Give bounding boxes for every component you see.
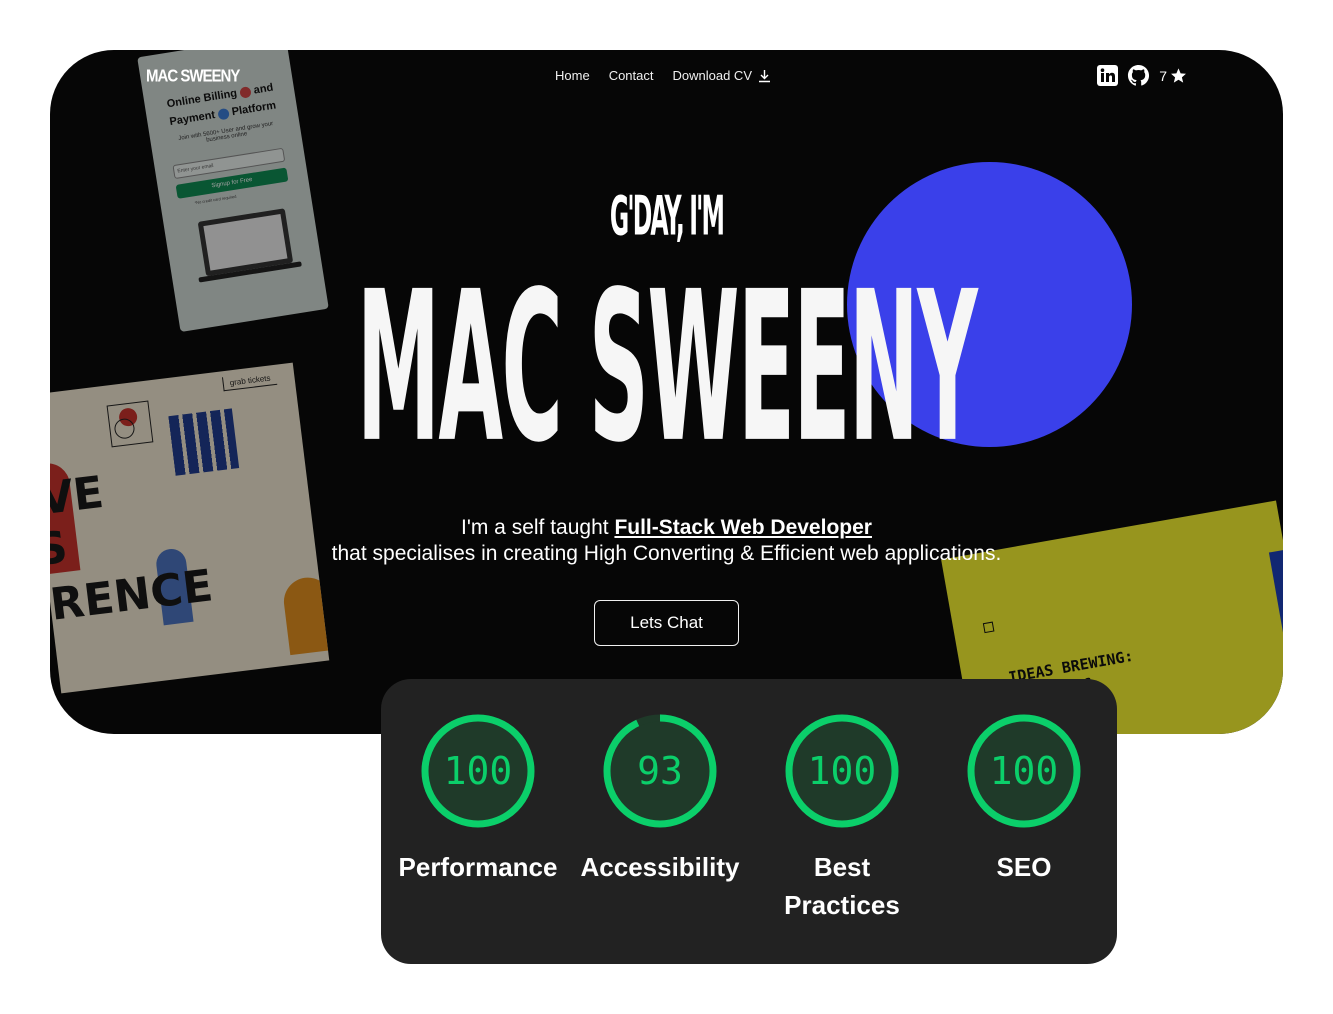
hero-section: Online Billing and Payment Platform Join… (50, 50, 1283, 734)
score-value: 93 (637, 749, 683, 793)
score-label: Best Practices (784, 852, 900, 920)
star-icon (1171, 68, 1186, 83)
badge-icon (217, 107, 230, 121)
score-performance: 100 Performance (388, 714, 568, 886)
tagline-prefix: I'm a self taught (461, 516, 615, 539)
venn-box (106, 400, 154, 448)
score-ring: 100 (967, 714, 1081, 828)
tagline-line2: that specialises in creating High Conver… (331, 542, 1002, 565)
score-value: 100 (807, 749, 877, 793)
tagline-highlight-link[interactable]: Full-Stack Web Developer (614, 516, 872, 539)
score-value: 100 (989, 749, 1059, 793)
score-best-practices: 100 Best Practices (752, 714, 932, 924)
social-links: 7 (1097, 64, 1187, 87)
small-icon (982, 621, 995, 634)
score-seo: 100 SEO (934, 714, 1114, 886)
nav-download-cv-link[interactable]: Download CV (673, 68, 772, 83)
github-icon[interactable] (1127, 64, 1150, 87)
score-accessibility: 93 Accessibility (570, 714, 750, 886)
score-label: SEO (996, 852, 1052, 882)
site-logo[interactable]: MAC SWEENY (146, 67, 240, 87)
linkedin-icon[interactable] (1097, 65, 1119, 86)
score-ring: 100 (421, 714, 535, 828)
nav-home-link[interactable]: Home (555, 68, 590, 83)
github-star-count: 7 (1159, 67, 1167, 84)
score-label: Accessibility (580, 852, 740, 882)
greeting-heading: G'DAY, I'M (609, 185, 725, 248)
name-heading: MAC SWEENY (356, 248, 978, 490)
score-ring: 100 (785, 714, 899, 828)
score-label: Performance (398, 852, 558, 882)
nav-contact-link[interactable]: Contact (609, 68, 654, 83)
download-icon (759, 69, 770, 82)
lighthouse-scores-panel: 100 Performance 93 Accessibility 100 Bes… (381, 679, 1117, 964)
orange-shape (281, 574, 330, 656)
score-ring: 93 (603, 714, 717, 828)
billing-note: *No credit card required (194, 193, 237, 206)
main-nav: Home Contact Download CV (555, 68, 771, 83)
lets-chat-button[interactable]: Lets Chat (594, 600, 739, 646)
download-cv-label: Download CV (672, 68, 753, 83)
badge-icon (239, 85, 252, 99)
score-value: 100 (443, 749, 513, 793)
tagline: I'm a self taught Full-Stack Web Develop… (50, 515, 1283, 567)
